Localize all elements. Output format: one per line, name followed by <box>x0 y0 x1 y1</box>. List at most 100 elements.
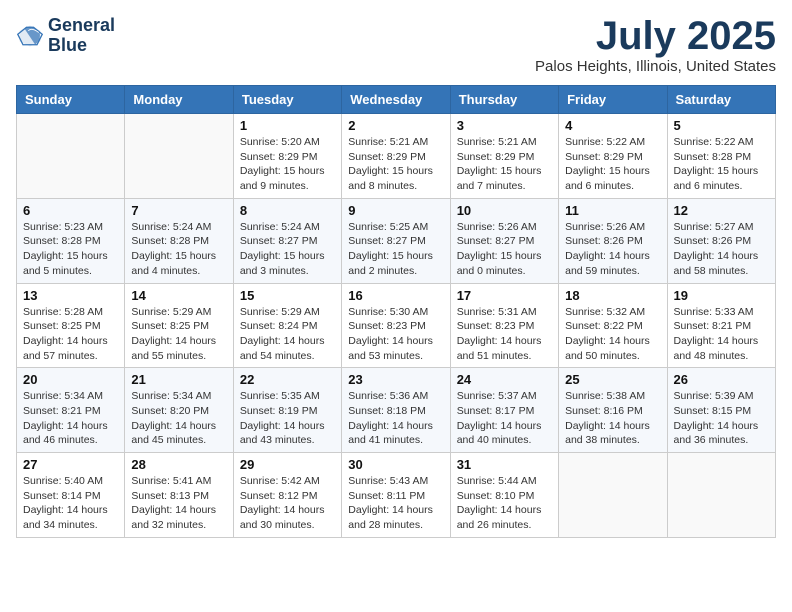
calendar-cell <box>667 453 775 538</box>
day-info: Sunrise: 5:21 AM Sunset: 8:29 PM Dayligh… <box>348 135 443 194</box>
location-title: Palos Heights, Illinois, United States <box>535 58 776 75</box>
page-header: General Blue July 2025 Palos Heights, Il… <box>16 16 776 75</box>
day-info: Sunrise: 5:34 AM Sunset: 8:20 PM Dayligh… <box>131 389 226 448</box>
day-of-week-thursday: Thursday <box>450 86 558 114</box>
day-info: Sunrise: 5:22 AM Sunset: 8:28 PM Dayligh… <box>674 135 769 194</box>
day-number: 7 <box>131 203 226 218</box>
day-of-week-tuesday: Tuesday <box>233 86 341 114</box>
calendar-cell <box>125 114 233 199</box>
day-info: Sunrise: 5:24 AM Sunset: 8:28 PM Dayligh… <box>131 220 226 279</box>
day-number: 29 <box>240 457 335 472</box>
calendar-cell: 18 Sunrise: 5:32 AM Sunset: 8:22 PM Dayli… <box>559 283 667 368</box>
day-info: Sunrise: 5:40 AM Sunset: 8:14 PM Dayligh… <box>23 474 118 533</box>
day-info: Sunrise: 5:26 AM Sunset: 8:26 PM Dayligh… <box>565 220 660 279</box>
calendar-cell: 19 Sunrise: 5:33 AM Sunset: 8:21 PM Dayli… <box>667 283 775 368</box>
day-info: Sunrise: 5:42 AM Sunset: 8:12 PM Dayligh… <box>240 474 335 533</box>
calendar-cell: 30Sunrise: 5:43 AM Sunset: 8:11 PM Dayli… <box>342 453 450 538</box>
day-number: 5 <box>674 118 769 133</box>
day-number: 11 <box>565 203 660 218</box>
logo: General Blue <box>16 16 115 56</box>
calendar-cell: 1 Sunrise: 5:20 AM Sunset: 8:29 PM Daylig… <box>233 114 341 199</box>
day-info: Sunrise: 5:43 AM Sunset: 8:11 PM Dayligh… <box>348 474 443 533</box>
calendar-cell: 20Sunrise: 5:34 AM Sunset: 8:21 PM Dayli… <box>17 368 125 453</box>
calendar-cell: 7 Sunrise: 5:24 AM Sunset: 8:28 PM Daylig… <box>125 198 233 283</box>
calendar-cell: 6Sunrise: 5:23 AM Sunset: 8:28 PM Daylig… <box>17 198 125 283</box>
week-row-1: 1 Sunrise: 5:20 AM Sunset: 8:29 PM Daylig… <box>17 114 776 199</box>
logo-text: General Blue <box>48 16 115 56</box>
calendar-header: SundayMondayTuesdayWednesdayThursdayFrid… <box>17 86 776 114</box>
calendar-cell: 22Sunrise: 5:35 AM Sunset: 8:19 PM Dayli… <box>233 368 341 453</box>
calendar-cell: 21 Sunrise: 5:34 AM Sunset: 8:20 PM Dayli… <box>125 368 233 453</box>
calendar-cell: 15 Sunrise: 5:29 AM Sunset: 8:24 PM Dayli… <box>233 283 341 368</box>
week-row-3: 13Sunrise: 5:28 AM Sunset: 8:25 PM Dayli… <box>17 283 776 368</box>
calendar-cell: 17 Sunrise: 5:31 AM Sunset: 8:23 PM Dayli… <box>450 283 558 368</box>
day-number: 3 <box>457 118 552 133</box>
calendar-cell: 25 Sunrise: 5:38 AM Sunset: 8:16 PM Dayli… <box>559 368 667 453</box>
day-of-week-wednesday: Wednesday <box>342 86 450 114</box>
day-number: 9 <box>348 203 443 218</box>
calendar-cell: 27 Sunrise: 5:40 AM Sunset: 8:14 PM Dayli… <box>17 453 125 538</box>
day-number: 31 <box>457 457 552 472</box>
calendar-cell: 2 Sunrise: 5:21 AM Sunset: 8:29 PM Daylig… <box>342 114 450 199</box>
day-number: 8 <box>240 203 335 218</box>
day-number: 16 <box>348 288 443 303</box>
calendar-cell: 10Sunrise: 5:26 AM Sunset: 8:27 PM Dayli… <box>450 198 558 283</box>
calendar-cell: 31 Sunrise: 5:44 AM Sunset: 8:10 PM Dayli… <box>450 453 558 538</box>
calendar-body: 1 Sunrise: 5:20 AM Sunset: 8:29 PM Daylig… <box>17 114 776 538</box>
day-number: 18 <box>565 288 660 303</box>
day-number: 27 <box>23 457 118 472</box>
calendar-cell: 23Sunrise: 5:36 AM Sunset: 8:18 PM Dayli… <box>342 368 450 453</box>
day-number: 15 <box>240 288 335 303</box>
day-number: 24 <box>457 372 552 387</box>
month-title: July 2025 <box>535 16 776 56</box>
day-info: Sunrise: 5:38 AM Sunset: 8:16 PM Dayligh… <box>565 389 660 448</box>
logo-icon <box>16 22 44 50</box>
day-info: Sunrise: 5:23 AM Sunset: 8:28 PM Dayligh… <box>23 220 118 279</box>
calendar-cell: 29 Sunrise: 5:42 AM Sunset: 8:12 PM Dayli… <box>233 453 341 538</box>
calendar-cell: 4 Sunrise: 5:22 AM Sunset: 8:29 PM Daylig… <box>559 114 667 199</box>
day-number: 28 <box>131 457 226 472</box>
title-block: July 2025 Palos Heights, Illinois, Unite… <box>535 16 776 75</box>
calendar-cell: 26Sunrise: 5:39 AM Sunset: 8:15 PM Dayli… <box>667 368 775 453</box>
day-info: Sunrise: 5:20 AM Sunset: 8:29 PM Dayligh… <box>240 135 335 194</box>
calendar-cell: 28 Sunrise: 5:41 AM Sunset: 8:13 PM Dayli… <box>125 453 233 538</box>
day-number: 14 <box>131 288 226 303</box>
day-info: Sunrise: 5:41 AM Sunset: 8:13 PM Dayligh… <box>131 474 226 533</box>
day-number: 17 <box>457 288 552 303</box>
day-info: Sunrise: 5:24 AM Sunset: 8:27 PM Dayligh… <box>240 220 335 279</box>
day-number: 25 <box>565 372 660 387</box>
day-info: Sunrise: 5:25 AM Sunset: 8:27 PM Dayligh… <box>348 220 443 279</box>
day-info: Sunrise: 5:39 AM Sunset: 8:15 PM Dayligh… <box>674 389 769 448</box>
calendar-cell: 12Sunrise: 5:27 AM Sunset: 8:26 PM Dayli… <box>667 198 775 283</box>
day-info: Sunrise: 5:21 AM Sunset: 8:29 PM Dayligh… <box>457 135 552 194</box>
calendar-cell: 5 Sunrise: 5:22 AM Sunset: 8:28 PM Daylig… <box>667 114 775 199</box>
day-number: 19 <box>674 288 769 303</box>
day-number: 1 <box>240 118 335 133</box>
week-row-5: 27 Sunrise: 5:40 AM Sunset: 8:14 PM Dayli… <box>17 453 776 538</box>
day-info: Sunrise: 5:44 AM Sunset: 8:10 PM Dayligh… <box>457 474 552 533</box>
day-of-week-sunday: Sunday <box>17 86 125 114</box>
day-info: Sunrise: 5:33 AM Sunset: 8:21 PM Dayligh… <box>674 305 769 364</box>
day-of-week-monday: Monday <box>125 86 233 114</box>
day-info: Sunrise: 5:29 AM Sunset: 8:24 PM Dayligh… <box>240 305 335 364</box>
day-info: Sunrise: 5:35 AM Sunset: 8:19 PM Dayligh… <box>240 389 335 448</box>
day-of-week-saturday: Saturday <box>667 86 775 114</box>
day-info: Sunrise: 5:31 AM Sunset: 8:23 PM Dayligh… <box>457 305 552 364</box>
day-number: 2 <box>348 118 443 133</box>
calendar-cell: 3 Sunrise: 5:21 AM Sunset: 8:29 PM Daylig… <box>450 114 558 199</box>
day-of-week-friday: Friday <box>559 86 667 114</box>
day-number: 21 <box>131 372 226 387</box>
day-number: 20 <box>23 372 118 387</box>
calendar-cell: 14Sunrise: 5:29 AM Sunset: 8:25 PM Dayli… <box>125 283 233 368</box>
day-number: 13 <box>23 288 118 303</box>
day-info: Sunrise: 5:32 AM Sunset: 8:22 PM Dayligh… <box>565 305 660 364</box>
calendar-cell <box>17 114 125 199</box>
day-info: Sunrise: 5:36 AM Sunset: 8:18 PM Dayligh… <box>348 389 443 448</box>
day-info: Sunrise: 5:30 AM Sunset: 8:23 PM Dayligh… <box>348 305 443 364</box>
calendar-cell: 8 Sunrise: 5:24 AM Sunset: 8:27 PM Daylig… <box>233 198 341 283</box>
day-info: Sunrise: 5:26 AM Sunset: 8:27 PM Dayligh… <box>457 220 552 279</box>
calendar-cell: 9 Sunrise: 5:25 AM Sunset: 8:27 PM Daylig… <box>342 198 450 283</box>
day-info: Sunrise: 5:37 AM Sunset: 8:17 PM Dayligh… <box>457 389 552 448</box>
day-number: 4 <box>565 118 660 133</box>
day-info: Sunrise: 5:22 AM Sunset: 8:29 PM Dayligh… <box>565 135 660 194</box>
